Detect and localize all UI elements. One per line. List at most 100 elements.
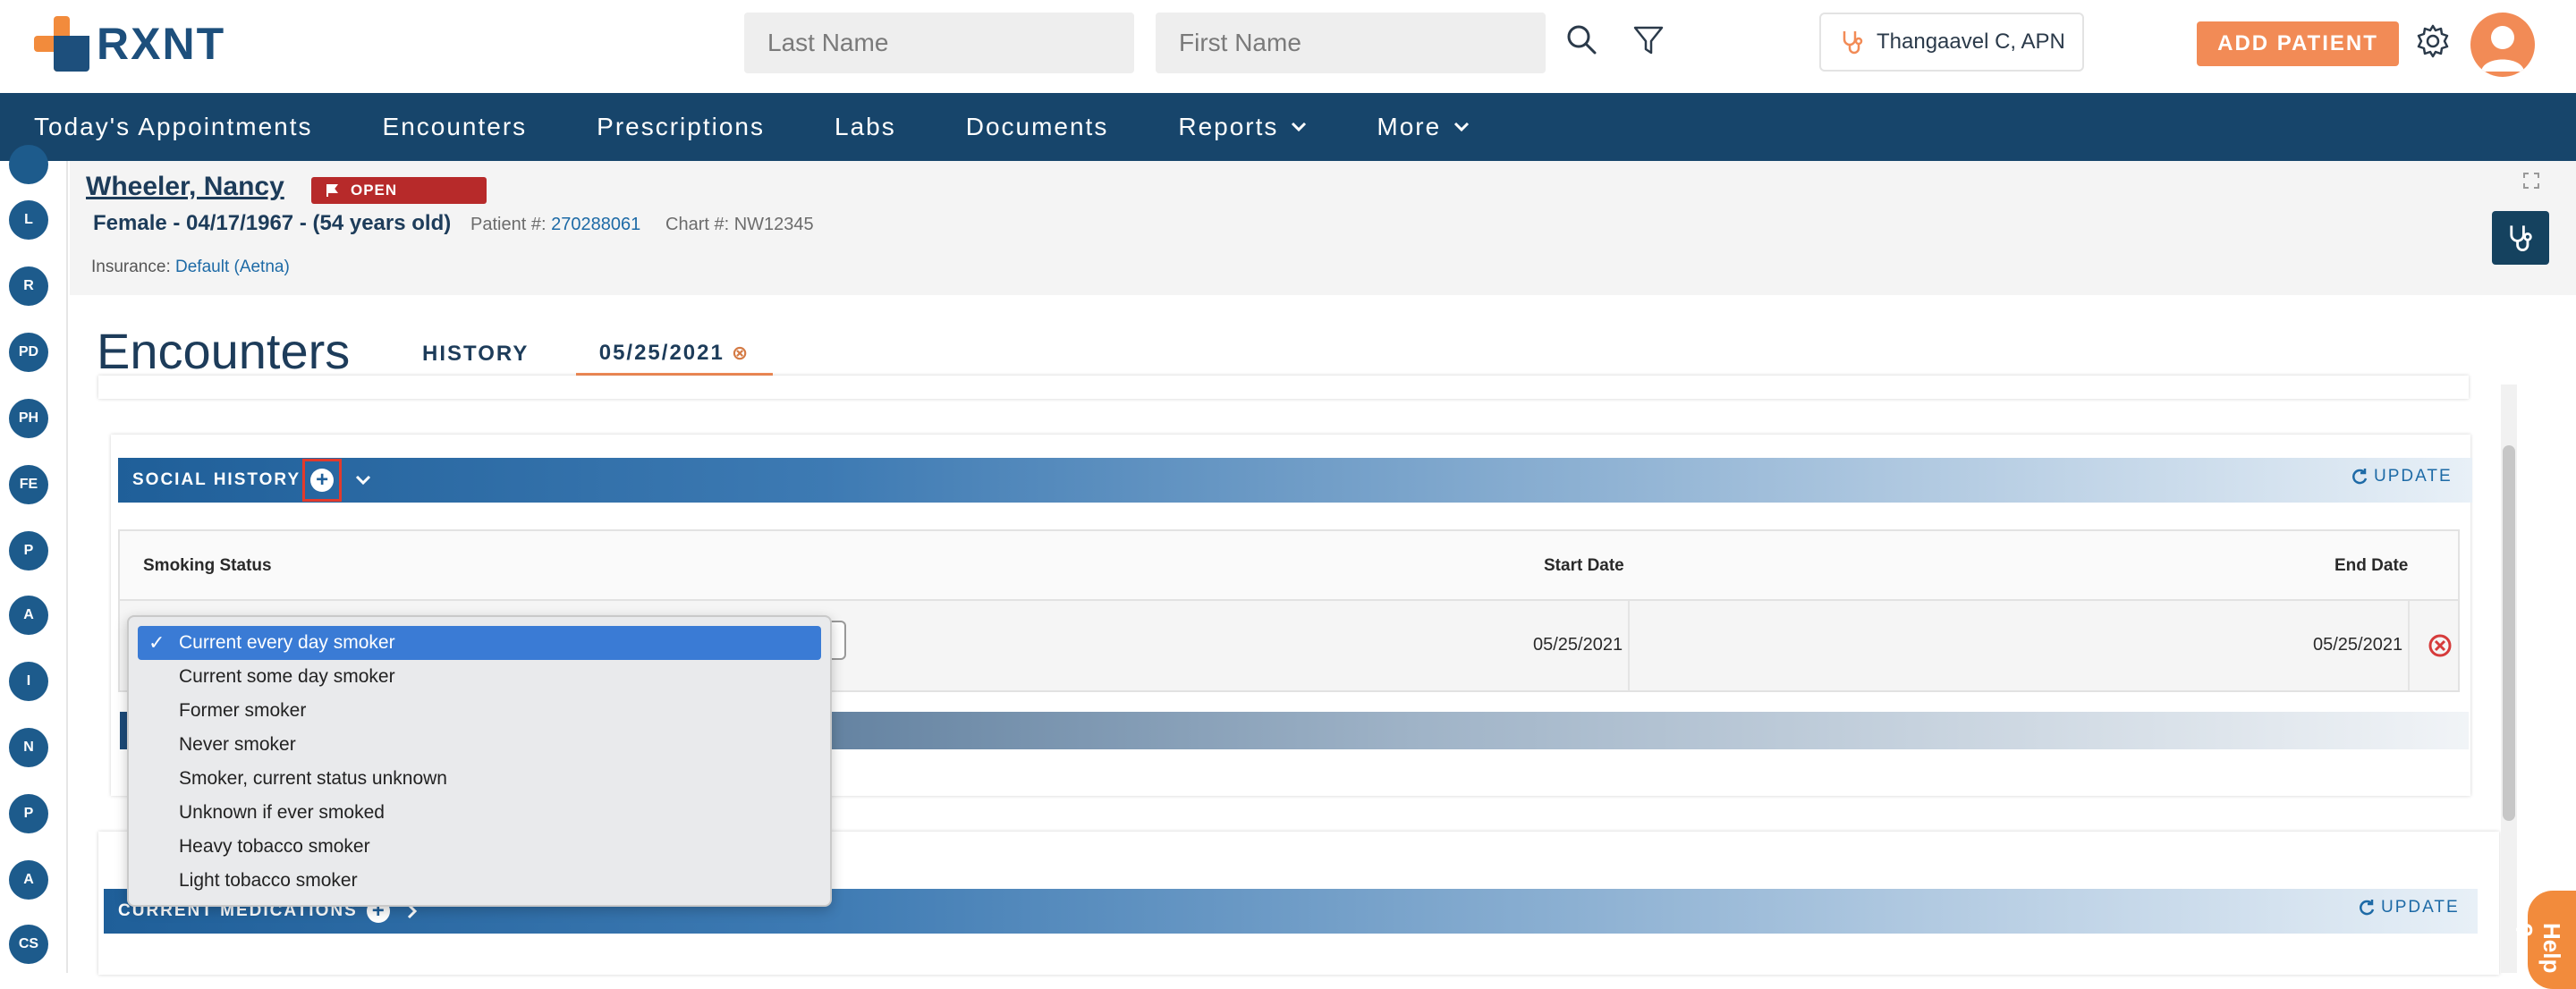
rxnt-logo[interactable]: RXNT [34,16,225,72]
logo-cross-icon [34,16,89,72]
rail-item[interactable]: PD [9,333,48,372]
status-badge-label: OPEN [351,182,398,199]
stethoscope-icon [2510,225,2532,251]
insurance: Insurance: Default (Aetna) [91,258,290,277]
top-header: RXNT Thangaavel C, APN ADD PATIENT [0,0,2576,93]
rail-item[interactable]: CS [9,925,48,964]
page-title: Encounters [97,323,351,379]
update-label: UPDATE [2381,898,2460,917]
update-label: UPDATE [2374,467,2453,486]
refresh-icon [2352,469,2368,485]
dropdown-option[interactable]: Never smoker [138,728,821,762]
nav-todays-appointments[interactable]: Today's Appointments [34,113,313,141]
first-name-input[interactable] [1156,13,1546,73]
dropdown-option[interactable]: Former smoker [138,694,821,728]
stethoscope-icon [1843,31,1863,55]
rail-item[interactable]: P [9,531,48,571]
dropdown-option[interactable]: Light tobacco smoker [138,864,821,898]
rail-item[interactable]: FE [9,465,48,504]
tab-history[interactable]: HISTORY [422,342,529,367]
col-start-date: Start Date [1544,556,1624,575]
dropdown-option[interactable]: Current some day smoker [138,660,821,694]
patient-name[interactable]: Wheeler, Nancy [86,172,284,202]
rail-item[interactable]: A [9,596,48,635]
rail-item[interactable]: P [9,794,48,833]
rail-item[interactable]: L [9,200,48,240]
close-circle-icon[interactable]: ⊗ [732,342,750,365]
add-circle-icon[interactable]: + [310,469,335,492]
nav-labs[interactable]: Labs [835,113,896,141]
user-avatar[interactable] [2470,13,2535,77]
col-smoking-status: Smoking Status [143,556,272,575]
rail-item[interactable]: A [9,860,48,900]
help-label: Help ? [2511,923,2565,974]
end-date-cell[interactable]: 05/25/2021 [2313,635,2402,655]
nav-reports[interactable]: Reports [1178,113,1307,141]
clinical-tools-button[interactable] [2492,211,2549,265]
user-avatar-icon [2481,26,2524,72]
chart-number: Chart #: NW12345 [665,215,814,235]
nav-label: Encounters [382,113,528,140]
logo-text: RXNT [97,19,226,69]
search-icon[interactable] [1562,20,1603,61]
tab-date-label: 05/25/2021 [598,340,724,365]
rail-item[interactable]: N [9,728,48,767]
delete-circle-icon[interactable] [2428,633,2453,658]
flag-icon [326,184,338,197]
nav-label: More [1377,113,1442,140]
status-badge: OPEN [311,177,487,204]
start-date-cell[interactable]: 05/25/2021 [1533,635,1623,655]
col-end-date: End Date [2334,556,2409,575]
add-social-history-highlight: + [302,459,343,502]
chart-number-value: NW12345 [733,215,814,234]
help-tab[interactable]: Help ? [2511,891,2576,989]
current-medications-update-button[interactable]: UPDATE [2358,898,2460,917]
social-history-update-button[interactable]: UPDATE [2351,467,2453,486]
scrollbar-thumb[interactable] [2503,445,2515,821]
patient-number: Patient #: 270288061 [470,215,640,235]
expand-icon[interactable] [2522,172,2540,190]
table-header: Smoking Status Start Date End Date [120,531,2458,601]
dropdown-option-selected[interactable]: ✓ Current every day smoker [138,626,821,660]
patient-number-link[interactable]: 270288061 [551,215,640,234]
nav-label: Today's Appointments [34,113,313,140]
insurance-label: Insurance: [91,258,171,276]
rail-item-partial[interactable] [9,145,48,184]
add-patient-button[interactable]: ADD PATIENT [2197,21,2399,66]
nav-prescriptions[interactable]: Prescriptions [597,113,765,141]
rail-item[interactable]: I [9,662,48,701]
chevron-down-icon[interactable] [354,474,372,486]
nav-label: Labs [835,113,896,140]
dropdown-option[interactable]: Smoker, current status unknown [138,762,821,796]
nav-label: Documents [965,113,1109,140]
checkmark-icon: ✓ [148,631,165,654]
refresh-icon [2360,900,2375,916]
left-rail: L R PD PH FE P A I N P A CS [0,145,68,973]
chart-number-label: Chart #: [665,215,730,234]
main-nav: Today's Appointments Encounters Prescrip… [0,93,2576,161]
nav-more[interactable]: More [1377,113,1470,141]
rail-item[interactable]: R [9,266,48,306]
smoking-status-dropdown[interactable]: ✓ Current every day smoker Current some … [127,615,832,907]
patient-number-label: Patient #: [470,215,547,234]
gear-icon[interactable] [2413,21,2453,61]
nav-label: Reports [1178,113,1279,140]
tab-encounter-date[interactable]: 05/25/2021 ⊗ [576,333,773,376]
nav-encounters[interactable]: Encounters [383,113,528,141]
insurance-value[interactable]: Default (Aetna) [175,258,290,276]
patient-demographics: Female - 04/17/1967 - (54 years old) [93,211,452,235]
rail-item[interactable]: PH [9,399,48,438]
option-label: Current every day smoker [179,632,395,653]
provider-name: Thangaavel C, APN [1877,30,2065,54]
provider-selector[interactable]: Thangaavel C, APN [1819,13,2084,72]
section-label: SOCIAL HISTORY [132,470,301,489]
dropdown-option[interactable]: Unknown if ever smoked [138,796,821,830]
dropdown-option[interactable]: Heavy tobacco smoker [138,830,821,864]
previous-section-card [98,376,2469,399]
chevron-down-icon [1454,122,1470,132]
filter-icon[interactable] [1628,20,1669,61]
nav-documents[interactable]: Documents [966,113,1109,141]
patient-banner: Wheeler, Nancy OPEN Female - 04/17/1967 … [70,161,2576,295]
last-name-input[interactable] [744,13,1134,73]
nav-label: Prescriptions [597,113,765,140]
